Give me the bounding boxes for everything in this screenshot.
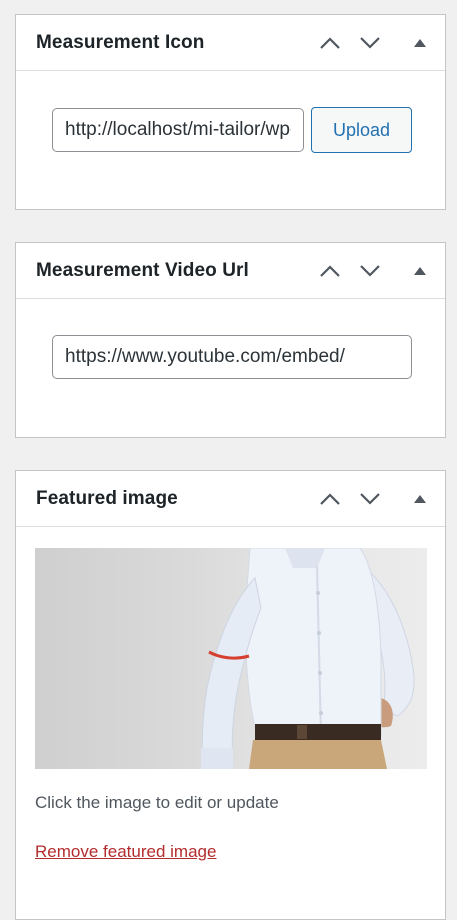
toggle-panel-button[interactable]	[406, 485, 434, 513]
chevron-up-icon	[320, 265, 340, 277]
panel-header: Measurement Icon	[16, 15, 445, 71]
move-down-button[interactable]	[356, 29, 384, 57]
toggle-panel-button[interactable]	[406, 29, 434, 57]
triangle-up-icon	[414, 495, 426, 503]
move-down-button[interactable]	[356, 257, 384, 285]
triangle-up-icon	[414, 39, 426, 47]
featured-image-thumbnail[interactable]	[35, 548, 427, 769]
chevron-up-icon	[320, 493, 340, 505]
panel-title: Measurement Icon	[36, 31, 205, 53]
chevron-down-icon	[360, 37, 380, 49]
panel-title: Featured image	[36, 487, 178, 509]
remove-featured-image-link[interactable]: Remove featured image	[35, 842, 216, 862]
panel-title: Measurement Video Url	[36, 259, 249, 281]
move-down-button[interactable]	[356, 485, 384, 513]
measurement-video-panel: Measurement Video Url	[15, 242, 446, 438]
measurement-icon-url-input[interactable]	[52, 108, 304, 152]
chevron-up-icon	[320, 37, 340, 49]
toggle-panel-button[interactable]	[406, 257, 434, 285]
move-up-button[interactable]	[316, 29, 344, 57]
panel-header: Measurement Video Url	[16, 243, 445, 299]
move-up-button[interactable]	[316, 485, 344, 513]
measurement-icon-panel: Measurement Icon Upload	[15, 14, 446, 210]
chevron-down-icon	[360, 265, 380, 277]
man-in-shirt-illustration	[201, 548, 415, 769]
panel-header: Featured image	[16, 471, 445, 527]
featured-image-panel: Featured image Click the image to edit o…	[15, 470, 446, 920]
move-up-button[interactable]	[316, 257, 344, 285]
featured-image-help-text: Click the image to edit or update	[35, 793, 279, 812]
upload-button[interactable]: Upload	[311, 107, 412, 153]
triangle-up-icon	[414, 267, 426, 275]
chevron-down-icon	[360, 493, 380, 505]
measurement-video-url-input[interactable]	[52, 335, 412, 379]
